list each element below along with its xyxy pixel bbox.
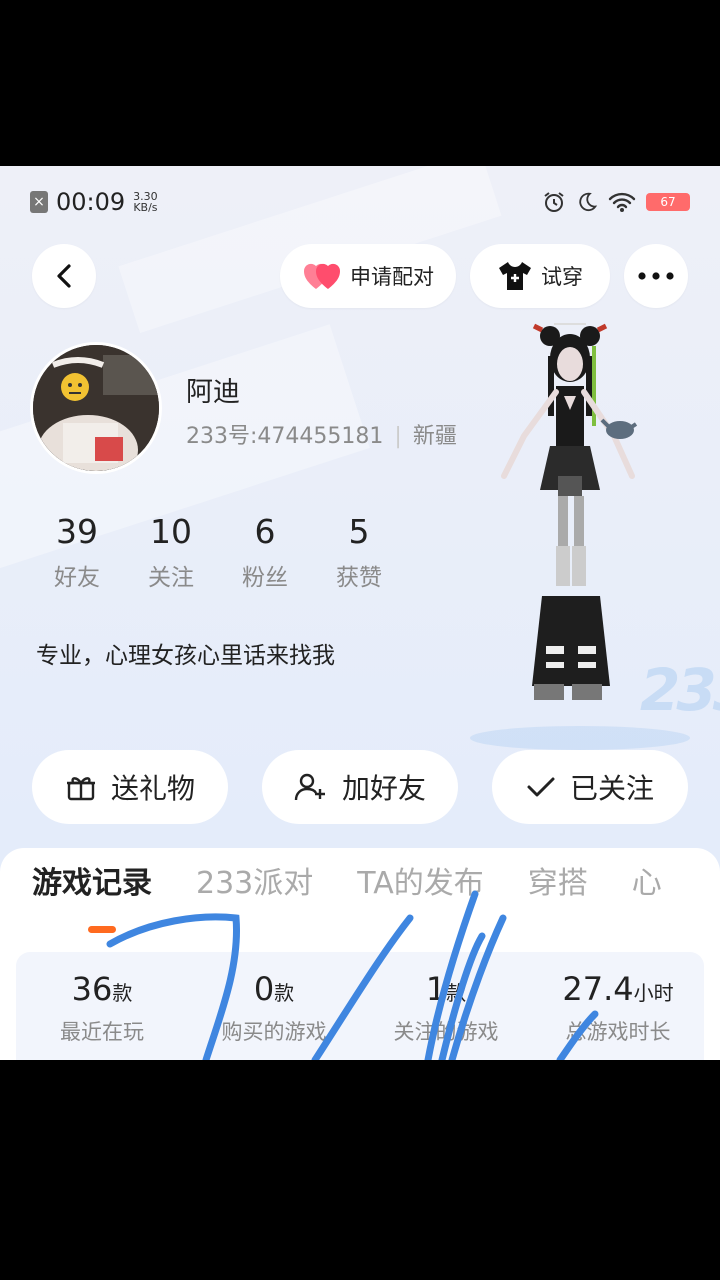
divider: |	[394, 424, 402, 449]
user-bio: 专业，心理女孩心里话来找我	[36, 643, 335, 669]
game-stats-card: 36款 最近在玩 0款 购买的游戏 1款 关注的游戏 27.4小时 总游戏时长	[16, 952, 704, 1060]
back-arrow-icon	[57, 264, 71, 288]
user-region: 新疆	[412, 424, 457, 449]
tab-233-party[interactable]: 233派对	[196, 858, 313, 902]
game-stat-recent[interactable]: 36款 最近在玩	[16, 952, 188, 1060]
check-icon	[527, 777, 555, 797]
followed-button[interactable]: 已关注	[492, 750, 688, 824]
social-stats: 39 好友 10 关注 6 粉丝 5 获赞	[30, 512, 406, 592]
game-stat-unit: 款	[446, 981, 467, 1005]
send-gift-button[interactable]: 送礼物	[32, 750, 228, 824]
content-panel: 游戏记录 233派对 TA的发布 穿搭 心 36款 最近在玩 0款 购买的游戏 …	[0, 848, 720, 1060]
game-stat-label: 最近在玩	[60, 1020, 144, 1044]
user-id-line: 233号:474455181 | 新疆	[186, 418, 457, 450]
stat-label: 获赞	[336, 565, 382, 591]
tab-outfits[interactable]: 穿搭	[528, 858, 588, 902]
followed-label: 已关注	[569, 772, 654, 805]
game-stat-unit: 款	[274, 981, 295, 1005]
game-stat-unit: 款	[112, 981, 133, 1005]
game-stat-playtime[interactable]: 27.4小时 总游戏时长	[532, 952, 704, 1060]
alarm-icon	[544, 192, 564, 212]
more-options-button[interactable]	[624, 244, 688, 308]
moon-icon	[579, 192, 598, 212]
add-friend-label: 加好友	[341, 772, 426, 805]
stat-value: 5	[348, 512, 370, 551]
stat-following[interactable]: 10 关注	[124, 512, 218, 592]
3d-avatar-figure[interactable]	[480, 316, 660, 736]
user-id: 233号:474455181	[186, 424, 384, 449]
game-stat-followed[interactable]: 1款 关注的游戏	[360, 952, 532, 1060]
request-match-label: 申请配对	[350, 265, 434, 289]
send-gift-label: 送礼物	[110, 772, 195, 805]
profile-tabs: 游戏记录 233派对 TA的发布 穿搭 心	[32, 858, 706, 902]
game-stat-value: 1	[425, 970, 447, 1008]
active-tab-indicator	[88, 926, 116, 933]
try-on-button[interactable]: 试穿	[470, 244, 610, 308]
game-stat-label: 购买的游戏	[221, 1020, 327, 1044]
stat-label: 好友	[54, 565, 100, 591]
wifi-icon	[608, 192, 636, 212]
more-dots-icon	[638, 272, 674, 280]
game-stat-value: 36	[71, 970, 113, 1008]
gift-icon	[66, 777, 95, 801]
try-on-label: 试穿	[541, 265, 583, 289]
avatar[interactable]	[30, 342, 162, 474]
stat-value: 6	[254, 512, 276, 551]
stat-value: 10	[150, 512, 192, 551]
net-speed-unit: KB/s	[133, 201, 158, 214]
game-stat-unit: 小时	[633, 981, 674, 1005]
tab-posts[interactable]: TA的发布	[357, 858, 484, 902]
profile-screen: × 00:09 3.30 KB/s 67 申请配对 试穿 阿迪 233号:474…	[0, 166, 720, 1060]
stat-likes[interactable]: 5 获赞	[312, 512, 406, 592]
game-stat-purchased[interactable]: 0款 购买的游戏	[188, 952, 360, 1060]
status-bar: × 00:09 3.30 KB/s 67	[30, 184, 690, 220]
add-friend-button[interactable]: 加好友	[262, 750, 458, 824]
no-sim-icon: ×	[30, 191, 48, 213]
game-stat-label: 关注的游戏	[393, 1020, 499, 1044]
stat-friends[interactable]: 39 好友	[30, 512, 124, 592]
tshirt-icon	[499, 262, 531, 290]
stat-label: 粉丝	[242, 565, 288, 591]
tab-more[interactable]: 心	[632, 858, 662, 902]
tab-game-record[interactable]: 游戏记录	[32, 858, 152, 902]
game-stat-value: 0	[253, 970, 275, 1008]
battery-indicator: 67	[646, 193, 690, 211]
game-stat-label: 总游戏时长	[565, 1020, 671, 1044]
stat-label: 关注	[148, 565, 194, 591]
user-name: 阿迪	[186, 377, 240, 408]
stat-fans[interactable]: 6 粉丝	[218, 512, 312, 592]
network-speed: 3.30 KB/s	[133, 191, 158, 213]
back-button[interactable]	[32, 244, 96, 308]
clock: 00:09	[56, 188, 126, 216]
game-stat-value: 27.4	[562, 970, 634, 1008]
avatar-photo	[33, 345, 159, 471]
request-match-button[interactable]: 申请配对	[280, 244, 456, 308]
add-user-icon	[294, 773, 325, 801]
stat-value: 39	[56, 512, 98, 551]
heart-icon	[303, 263, 341, 289]
